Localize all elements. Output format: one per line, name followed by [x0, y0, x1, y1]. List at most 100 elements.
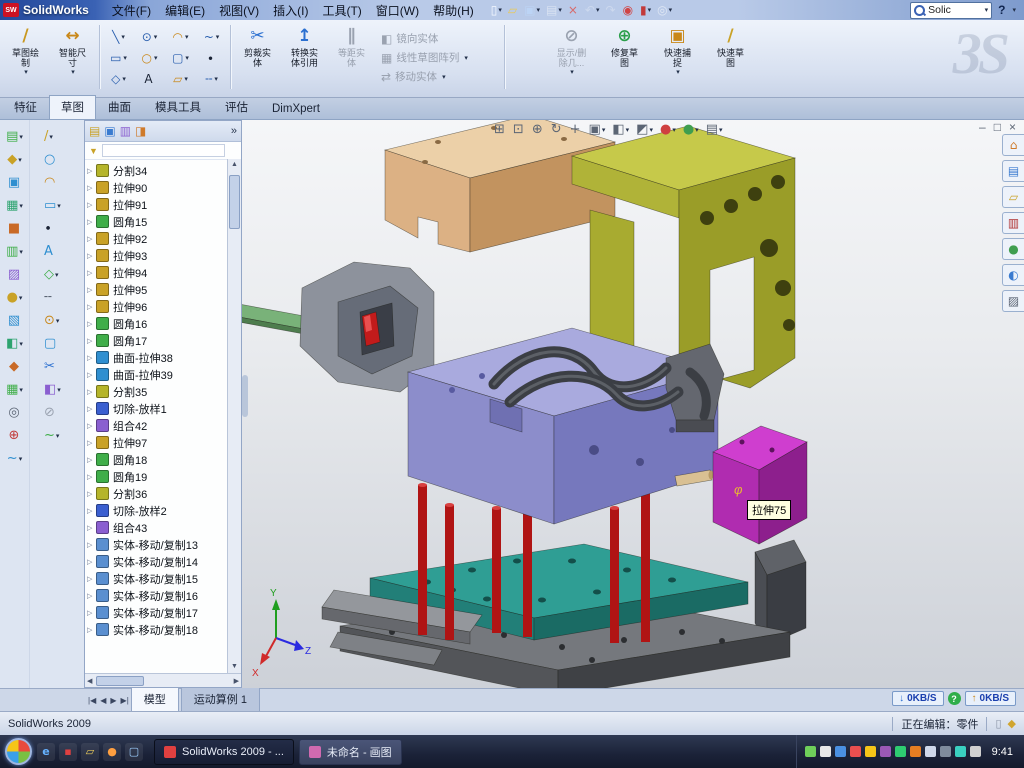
ie-icon[interactable]: e — [37, 743, 55, 761]
tab-nav-button[interactable]: ◀ — [100, 696, 106, 705]
expand-arrow-icon[interactable]: ▷ — [87, 320, 96, 328]
color-swatch-icon[interactable]: ▮ ▾ — [638, 2, 653, 19]
rotate-view-icon[interactable]: ↻ — [551, 122, 563, 137]
scroll-right-icon[interactable]: ▶ — [234, 677, 239, 685]
tree-item[interactable]: ▷ 实体-移动/复制14 — [87, 553, 227, 570]
line-icon[interactable]: ╲ ▾ — [103, 26, 134, 47]
close-icon[interactable]: × — [1009, 120, 1016, 134]
tree-item[interactable]: ▷ 曲面-拉伸39 — [87, 366, 227, 383]
document-tab[interactable]: 运动算例 1 — [181, 688, 260, 712]
featuremanager-tab-icon[interactable]: ▤ — [89, 124, 100, 138]
custom-properties-icon[interactable]: ◐ — [1002, 264, 1024, 286]
solidworks-quick-icon[interactable]: ▪ — [59, 743, 77, 761]
task-button[interactable]: 未命名 - 画图 — [299, 739, 402, 765]
minimize-icon[interactable]: – — [979, 120, 986, 134]
left-toolbar-icon[interactable]: ○ — [44, 153, 56, 167]
left-toolbar-icon[interactable]: ▣ — [8, 176, 21, 190]
undo-icon[interactable]: ↶ ▾ — [583, 2, 602, 19]
tray-icon[interactable] — [970, 746, 981, 757]
menu-item[interactable]: 工具(T) — [315, 0, 368, 21]
expand-arrow-icon[interactable]: ▷ — [87, 507, 96, 515]
expand-arrow-icon[interactable]: ▷ — [87, 541, 96, 549]
centerpoint-arc-icon[interactable]: ◠ ▾ — [165, 26, 196, 47]
left-toolbar-icon[interactable]: ▢ — [44, 337, 57, 351]
tree-item[interactable]: ▷ 圆角19 — [87, 468, 227, 485]
text-icon[interactable]: A — [134, 68, 165, 89]
part-magenta-block[interactable]: φ — [713, 426, 807, 544]
tree-item[interactable]: ▷ 组合43 — [87, 519, 227, 536]
tree-item[interactable]: ▷ 拉伸90 — [87, 179, 227, 196]
left-toolbar-icon[interactable]: ∙ — [44, 222, 53, 236]
displaymanager-tab-icon[interactable]: ◨ — [135, 124, 146, 138]
menu-item[interactable]: 编辑(E) — [158, 0, 212, 21]
expand-arrow-icon[interactable]: ▷ — [87, 269, 96, 277]
left-toolbar-icon[interactable]: ◧ ▾ — [6, 337, 23, 351]
centerline-icon[interactable]: ╌ ▾ — [196, 68, 227, 89]
scroll-down-icon[interactable]: ▼ — [228, 661, 241, 673]
scroll-left-icon[interactable]: ◀ — [87, 677, 92, 685]
tray-icon[interactable] — [880, 746, 891, 757]
expand-arrow-icon[interactable]: ▷ — [87, 337, 96, 345]
restore-icon[interactable]: □ — [994, 120, 1001, 134]
left-toolbar-icon[interactable]: ◆ ▾ — [7, 153, 22, 167]
part-mold-block[interactable] — [408, 328, 724, 524]
left-toolbar-icon[interactable]: ~ ▾ — [7, 452, 22, 466]
smart-dimension-button[interactable]: ↔ 智能尺寸 ▾ — [49, 23, 96, 76]
pan-icon[interactable]: + — [570, 122, 582, 137]
apply-scene-icon[interactable]: ● ▾ — [683, 122, 699, 137]
titlebar-expand-icon[interactable]: ▾ — [1012, 6, 1016, 14]
tree-item[interactable]: ▷ 组合42 — [87, 417, 227, 434]
tree-item[interactable]: ▷ 拉伸91 — [87, 196, 227, 213]
configurationmanager-tab-icon[interactable]: ▥ — [120, 124, 131, 138]
quick-snaps-button[interactable]: ▣ 快速捕捉 ▾ — [654, 23, 701, 76]
sketch-button[interactable]: / 草图绘制 ▾ — [2, 23, 49, 76]
display-style-icon[interactable]: ◧ ▾ — [612, 122, 629, 137]
left-toolbar-icon[interactable]: ◎ — [8, 406, 20, 420]
left-toolbar-icon[interactable]: ◆ — [9, 360, 20, 374]
part-cam-insert[interactable] — [242, 262, 434, 392]
search-input[interactable]: Solic — [928, 4, 980, 16]
media-player-icon[interactable]: ● — [103, 743, 121, 761]
linear-sketch-pattern-button[interactable]: ▦ 线性草图阵列 ▾ — [381, 50, 497, 65]
tray-icon[interactable] — [955, 746, 966, 757]
search-dropdown-caret[interactable]: ▾ — [985, 6, 989, 14]
tray-icon[interactable] — [940, 746, 951, 757]
left-toolbar-icon[interactable]: ▭ ▾ — [44, 199, 61, 213]
print-icon[interactable]: ▤ ▾ — [544, 2, 564, 19]
appearances-scenes-icon[interactable]: ● — [1002, 238, 1024, 260]
help-icon[interactable]: ? — [998, 3, 1005, 17]
expand-arrow-icon[interactable]: ▷ — [87, 456, 96, 464]
left-toolbar-icon[interactable]: ╌ — [44, 291, 53, 305]
spline-icon[interactable]: ~ ▾ — [196, 26, 227, 47]
command-tab[interactable]: 评估 — [213, 95, 260, 119]
tree-item[interactable]: ▷ 切除-放样1 — [87, 400, 227, 417]
expand-arrow-icon[interactable]: ▷ — [87, 371, 96, 379]
expand-arrow-icon[interactable]: ▷ — [87, 218, 96, 226]
expand-arrow-icon[interactable]: ▷ — [87, 388, 96, 396]
tray-icon[interactable] — [910, 746, 921, 757]
plane-icon[interactable]: ▱ ▾ — [165, 68, 196, 89]
tree-horizontal-scrollbar[interactable]: ◀ ▶ — [85, 673, 241, 687]
expand-arrow-icon[interactable]: ▷ — [87, 439, 96, 447]
view-orientation-icon[interactable]: ▣ ▾ — [589, 122, 606, 137]
tree-item[interactable]: ▷ 圆角16 — [87, 315, 227, 332]
tree-item[interactable]: ▷ 圆角18 — [87, 451, 227, 468]
zoom-fit-icon[interactable]: ⊞ — [494, 122, 506, 137]
scroll-up-icon[interactable]: ▲ — [228, 159, 241, 171]
left-toolbar-icon[interactable]: ▤ ▾ — [6, 130, 23, 144]
menu-item[interactable]: 插入(I) — [266, 0, 315, 21]
left-toolbar-icon[interactable]: ● ▾ — [7, 291, 23, 305]
options-icon[interactable]: ◎ ▾ — [655, 2, 674, 19]
redo-icon[interactable]: ↷ — [604, 2, 619, 19]
command-tab[interactable]: 草图 — [49, 95, 96, 119]
expand-arrow-icon[interactable]: ▷ — [87, 490, 96, 498]
trim-entities-button[interactable]: ✂ 剪裁实体 — [234, 23, 281, 68]
menu-item[interactable]: 帮助(H) — [426, 0, 481, 21]
mirror-entities-button[interactable]: ◧ 镜向实体 — [381, 31, 497, 46]
expand-arrow-icon[interactable]: ▷ — [87, 303, 96, 311]
expand-arrow-icon[interactable]: ▷ — [87, 524, 96, 532]
hide-show-items-icon[interactable]: ◩ ▾ — [636, 122, 653, 137]
new-document-icon[interactable]: ▯ ▾ — [489, 2, 504, 19]
expand-arrow-icon[interactable]: ▷ — [87, 592, 96, 600]
ellipse-icon[interactable]: ○ ▾ — [134, 47, 165, 68]
